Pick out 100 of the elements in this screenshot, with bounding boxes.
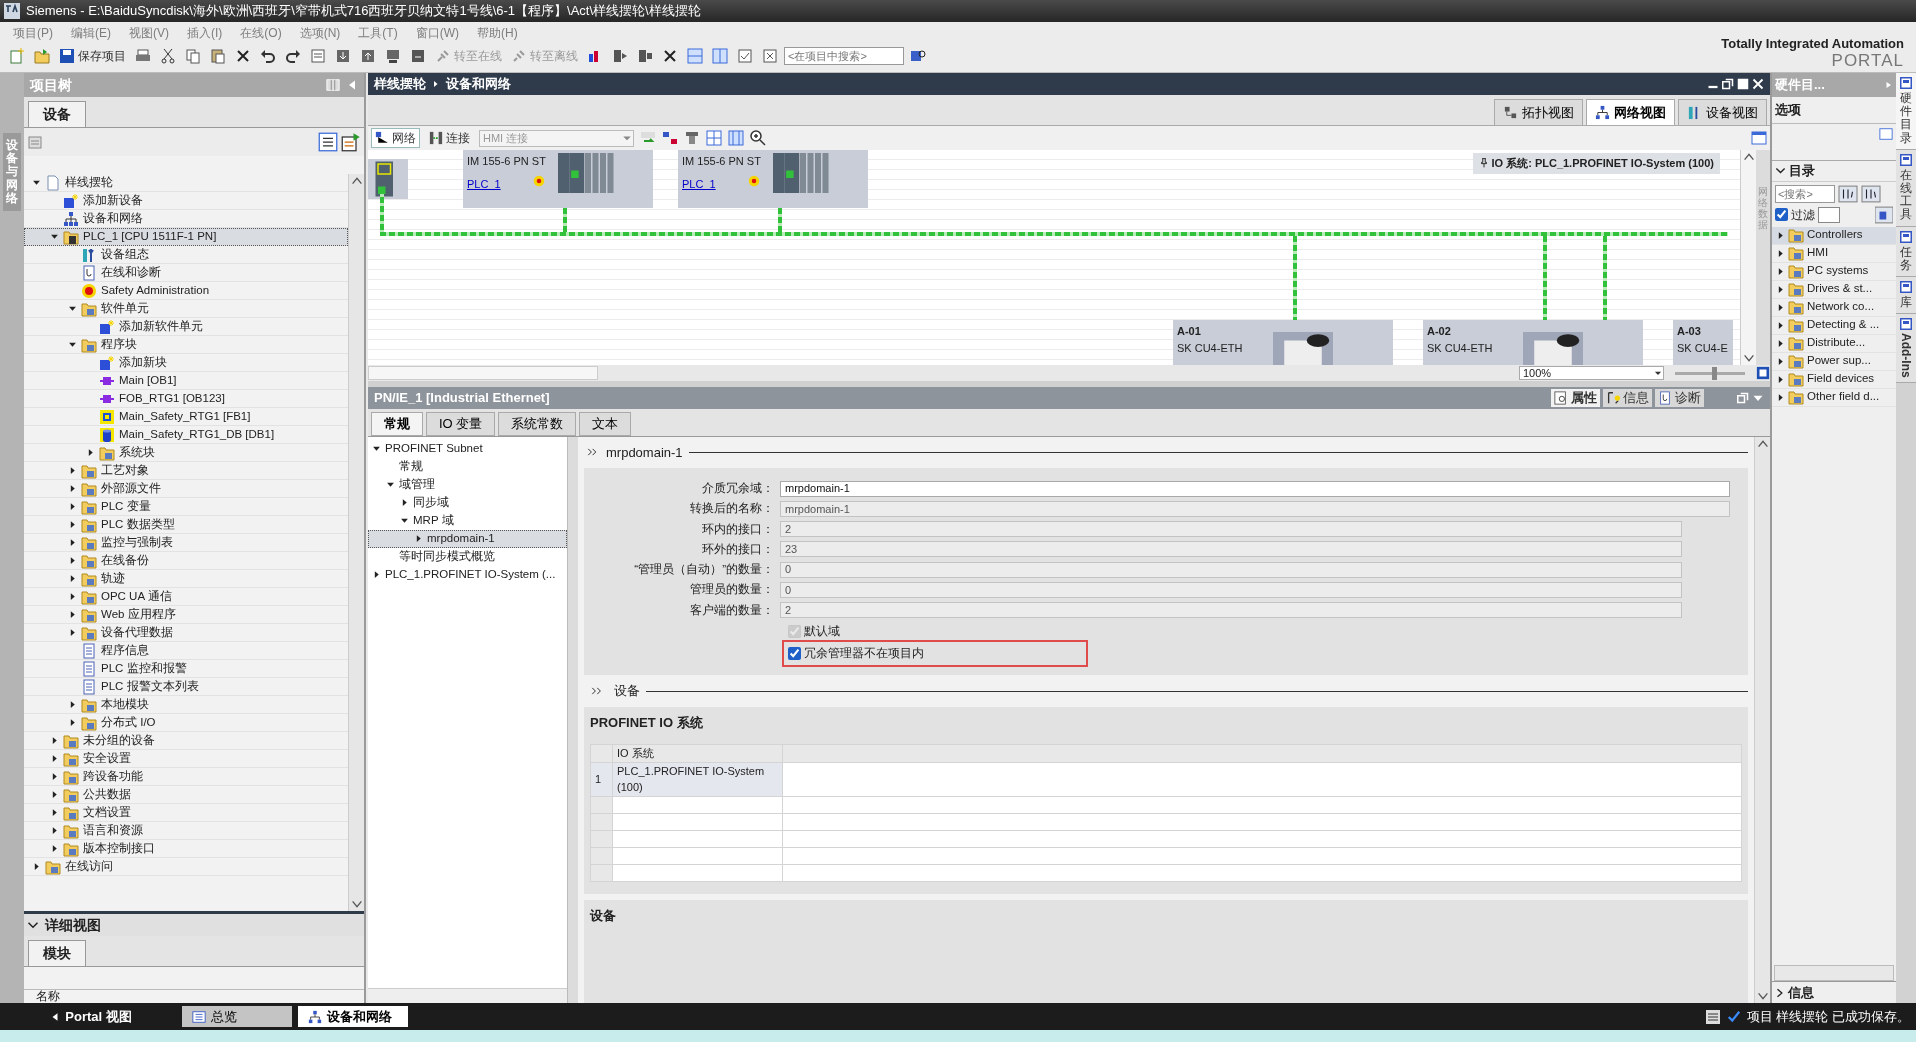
tree-item[interactable]: 文档设置 <box>24 804 348 822</box>
side-tab[interactable]: 任务 <box>1896 226 1916 277</box>
scrollbar[interactable] <box>368 366 598 380</box>
side-tab[interactable]: Add-Ins <box>1896 314 1916 383</box>
device-link[interactable]: PLC_1 <box>682 175 716 192</box>
tree-item[interactable]: Main [OB1] <box>24 372 348 390</box>
panel-tab[interactable]: 设备 <box>28 101 86 127</box>
tree-item[interactable]: 跨设备功能 <box>24 768 348 786</box>
device-link[interactable]: PLC_1 <box>467 175 501 192</box>
text-field[interactable]: 0 <box>780 581 1682 598</box>
tree-item[interactable]: Web 应用程序 <box>24 606 348 624</box>
device-box[interactable]: A-02 SK CU4-ETH <box>1423 320 1643 365</box>
tab[interactable]: 系统常数 <box>498 412 577 436</box>
search-field[interactable]: <搜索> <box>1775 184 1835 203</box>
tree-item[interactable]: 监控与强制表 <box>24 534 348 552</box>
catalog-item[interactable]: Field devices <box>1772 370 1896 389</box>
tree-item[interactable]: PLC 数据类型 <box>24 516 348 534</box>
panel-toggle-icon[interactable] <box>1751 130 1767 146</box>
tree-item[interactable]: 轨迹 <box>24 570 348 588</box>
side-tab[interactable]: 库 <box>1896 276 1916 315</box>
catalog-item[interactable]: Power sup... <box>1772 352 1896 371</box>
menu-item[interactable]: 工具(T) <box>349 24 407 42</box>
tree-item[interactable]: Main_Safety_RTG1_DB [DB1] <box>24 426 348 444</box>
side-tab[interactable]: 硬件目录 <box>1896 73 1916 150</box>
text-field[interactable]: 0 <box>780 561 1682 578</box>
tree-item[interactable]: Safety Administration <box>24 282 348 300</box>
collapse-arrow-icon[interactable] <box>49 232 59 241</box>
collapse-arrow-icon[interactable] <box>67 340 77 349</box>
export-icon[interactable] <box>341 132 361 152</box>
text-field[interactable]: 2 <box>780 521 1682 538</box>
tree-item[interactable]: 系统块 <box>24 444 348 462</box>
menu-item[interactable]: 编辑(E) <box>62 24 120 42</box>
tree-item[interactable]: 添加新设备 <box>24 192 348 210</box>
restore-icon[interactable] <box>1722 78 1734 90</box>
menu-item[interactable]: 在线(O) <box>231 24 291 42</box>
panel-tab[interactable]: 诊断 <box>1655 389 1704 407</box>
scrollbar[interactable] <box>1754 436 1770 1003</box>
tree-item[interactable]: 程序块 <box>24 336 348 354</box>
tree-item[interactable]: PLC 监控和报警 <box>24 660 348 678</box>
tree-item[interactable]: MRP 域 <box>368 511 567 530</box>
collapse-arrow-icon[interactable] <box>385 480 395 489</box>
catalog-item[interactable]: Network co... <box>1772 298 1896 317</box>
tree-item[interactable]: PLC 变量 <box>24 498 348 516</box>
catalog-item[interactable]: Detecting & ... <box>1772 316 1896 335</box>
menu-item[interactable]: 帮助(H) <box>468 24 527 42</box>
tree-item[interactable]: 在线访问 <box>24 858 348 876</box>
module-icon[interactable] <box>684 130 700 146</box>
scrollbar[interactable] <box>368 988 567 1003</box>
panel-tab[interactable]: 模块 <box>28 940 86 966</box>
tree-item[interactable]: 同步域 <box>368 493 567 512</box>
status-list-icon[interactable] <box>1704 1008 1721 1025</box>
tab[interactable]: 文本 <box>579 412 632 436</box>
assign-icon[interactable] <box>662 130 678 146</box>
tree-item[interactable]: 设备代理数据 <box>24 624 348 642</box>
panel-tab[interactable]: 信息 <box>1603 389 1652 407</box>
tree-item[interactable]: 域管理 <box>368 475 567 494</box>
device-box[interactable]: A-03 SK CU4-E <box>1673 320 1733 365</box>
network-mode-button[interactable]: 网络 <box>371 128 420 148</box>
checkbox[interactable] <box>1775 208 1788 221</box>
collapse-arrow-icon[interactable] <box>371 444 381 453</box>
panel-toggle-icon[interactable] <box>1879 126 1893 141</box>
tree-item[interactable]: FOB_RTG1 [OB123] <box>24 390 348 408</box>
checkbox[interactable] <box>788 647 801 661</box>
collapse-arrow-icon[interactable] <box>31 178 41 187</box>
view-tab[interactable]: 设备视图 <box>1678 98 1767 125</box>
search-field[interactable]: <在项目中搜索> <box>784 47 904 65</box>
device-box[interactable]: IM 155-6 PN ST PLC_1 <box>463 150 653 208</box>
tree-item[interactable]: 添加新软件单元 <box>24 318 348 336</box>
text-field[interactable]: 23 <box>780 541 1682 558</box>
maximize-icon[interactable] <box>1737 78 1749 90</box>
tree-item[interactable]: 样线摆轮 <box>24 174 348 192</box>
tree-item[interactable]: 外部源文件 <box>24 480 348 498</box>
panel-tab[interactable]: 属性 <box>1551 389 1600 407</box>
tree-item[interactable]: OPC UA 通信 <box>24 588 348 606</box>
catalog-item[interactable]: Distribute... <box>1772 334 1896 353</box>
tree-item[interactable]: 版本控制接口 <box>24 840 348 858</box>
menu-item[interactable]: 插入(I) <box>178 24 232 42</box>
close-icon[interactable] <box>1752 78 1764 90</box>
tree-item[interactable]: 添加新块 <box>24 354 348 372</box>
collapse-arrow-icon[interactable] <box>67 304 77 313</box>
tree-item[interactable]: PLC 报警文本列表 <box>24 678 348 696</box>
table-cell[interactable]: PLC_1.PROFINET IO-System (100) <box>612 762 783 797</box>
catalog-item[interactable]: PC systems <box>1772 262 1896 281</box>
editor-tab[interactable]: 设备和网络 <box>298 1006 408 1027</box>
tree-item[interactable]: 程序信息 <box>24 642 348 660</box>
save-project-button[interactable]: 保存项目 <box>56 44 129 68</box>
text-field[interactable]: mrpdomain-1 <box>780 500 1730 517</box>
overview-icon[interactable] <box>728 130 744 146</box>
search-down-icon[interactable] <box>1838 184 1858 203</box>
catalog-item[interactable]: Other field d... <box>1772 388 1896 407</box>
tree-item[interactable]: 工艺对象 <box>24 462 348 480</box>
tree-item[interactable]: PLC_1 [CPU 1511F-1 PN] <box>24 228 348 246</box>
tab[interactable]: 常规 <box>371 412 423 436</box>
text-field[interactable]: mrpdomain-1 <box>780 480 1730 497</box>
tree-item[interactable]: Main_Safety_RTG1 [FB1] <box>24 408 348 426</box>
tree-item[interactable]: 等时同步模式概览 <box>368 547 567 566</box>
scrollbar[interactable] <box>1740 150 1756 365</box>
tree-item[interactable]: PROFINET Subnet <box>368 439 567 458</box>
search-up-icon[interactable] <box>1861 184 1881 203</box>
tree-item[interactable]: 常规 <box>368 457 567 476</box>
